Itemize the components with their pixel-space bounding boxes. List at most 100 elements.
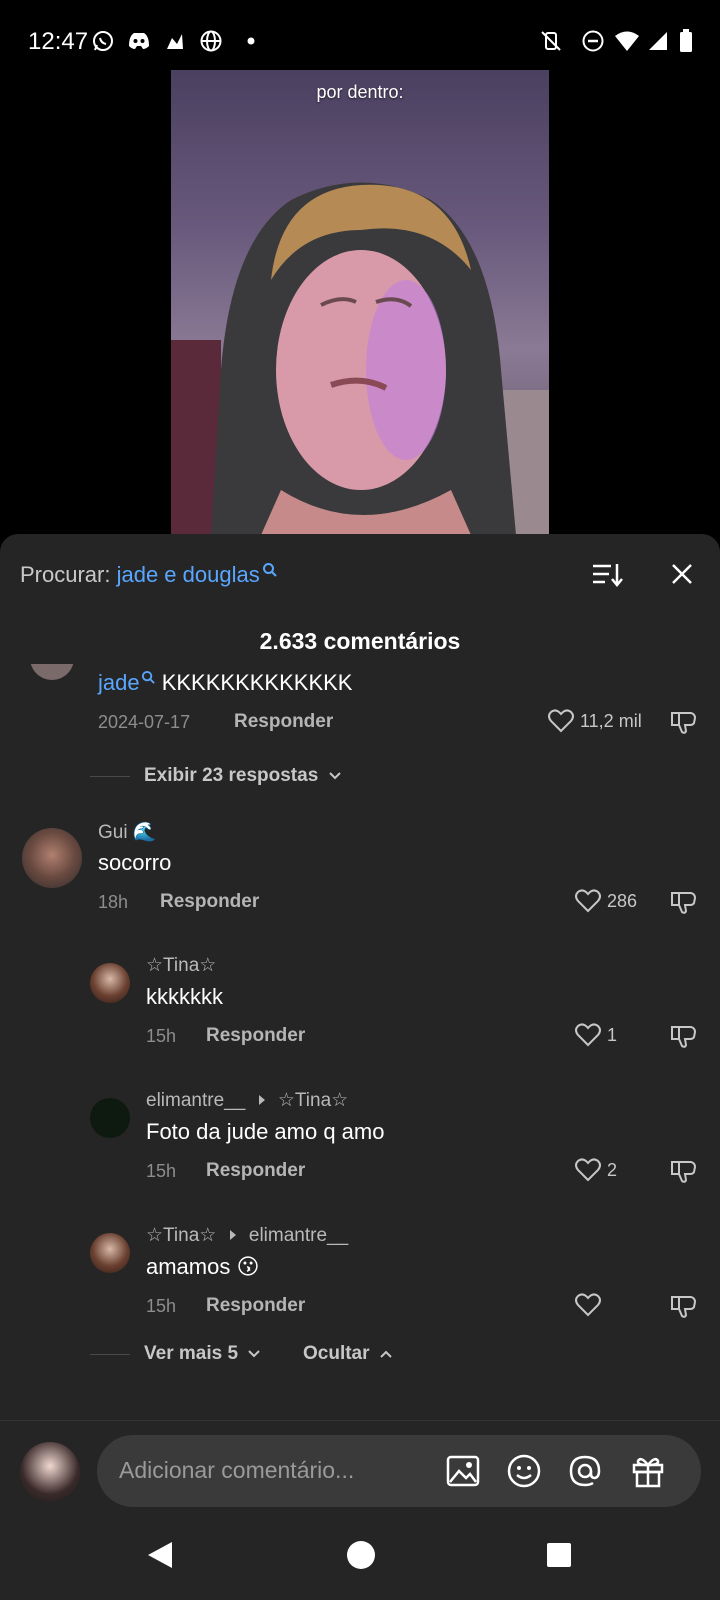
reply-arrow-icon — [258, 1095, 265, 1105]
status-time: 12:47 — [28, 28, 89, 55]
video-player[interactable]: por dentro: — [171, 70, 549, 535]
heart-icon — [548, 709, 574, 733]
reply-to-username[interactable]: ☆Tina☆ — [278, 1090, 348, 1111]
search-term[interactable]: jade e douglas — [117, 562, 260, 587]
like-button[interactable]: 2 — [575, 1158, 617, 1182]
thumbs-down-icon — [671, 1026, 697, 1048]
comment-input[interactable]: Adicionar comentário... — [97, 1435, 701, 1507]
back-icon[interactable] — [146, 1540, 174, 1575]
see-more-label: Ver mais 5 — [144, 1343, 239, 1364]
more-dot-icon — [238, 28, 264, 54]
like-count: 2 — [607, 1159, 618, 1180]
avatar[interactable] — [90, 1233, 130, 1273]
mention-icon[interactable] — [566, 1452, 604, 1490]
dnd-icon — [580, 28, 606, 54]
notification-icon — [162, 28, 188, 54]
search-icon — [262, 563, 277, 577]
comment-date: 18h — [98, 892, 129, 912]
reply-button[interactable]: Responder — [206, 1160, 305, 1182]
like-button[interactable] — [575, 1293, 607, 1317]
comment-body: KKKKKKKKKKKKK — [155, 670, 353, 695]
like-count: 1 — [607, 1024, 618, 1045]
signal-icon — [645, 28, 671, 54]
sort-icon[interactable] — [591, 560, 623, 595]
comment-username[interactable]: Gui 🌊 — [98, 820, 157, 844]
avatar[interactable] — [30, 664, 74, 680]
status-bar: 12:47 — [0, 0, 720, 70]
see-more-button[interactable]: Ver mais 5 — [144, 1343, 261, 1365]
comment-date: 15h — [146, 1296, 177, 1316]
dislike-button[interactable] — [670, 710, 698, 741]
avatar[interactable] — [22, 828, 82, 888]
reply-button[interactable]: Responder — [160, 891, 259, 913]
hide-replies-button[interactable]: Ocultar — [303, 1343, 393, 1365]
whatsapp-icon — [90, 28, 116, 54]
divider — [90, 1354, 130, 1355]
thumbs-down-icon — [671, 1296, 697, 1318]
show-replies-label: Exibir 23 respostas — [144, 765, 319, 786]
comment-text: Foto da jude amo q amo — [146, 1119, 385, 1144]
gift-icon[interactable] — [629, 1452, 667, 1490]
home-icon[interactable] — [346, 1540, 376, 1575]
chevron-up-icon — [380, 1350, 392, 1358]
search-icon — [141, 670, 155, 684]
discord-icon — [126, 28, 152, 54]
comment-text: amamos 😗 — [146, 1254, 260, 1279]
video-caption: por dentro: — [316, 82, 404, 102]
hide-label: Ocultar — [303, 1343, 370, 1364]
reply-button[interactable]: Responder — [206, 1295, 305, 1317]
comment-list[interactable]: jade KKKKKKKKKKKKK 2024-07-17 Responder … — [0, 664, 720, 1534]
wifi-icon — [614, 28, 640, 54]
dislike-button[interactable] — [670, 890, 698, 921]
chevron-down-icon — [328, 772, 341, 780]
user-avatar[interactable] — [20, 1442, 80, 1502]
heart-icon — [575, 1293, 601, 1317]
battery-icon — [673, 28, 699, 54]
close-icon[interactable] — [668, 560, 696, 593]
thumbs-down-icon — [671, 892, 697, 914]
reply-to-username[interactable]: elimantre__ — [249, 1225, 348, 1246]
dislike-button[interactable] — [670, 1159, 698, 1190]
comment-input-placeholder: Adicionar comentário... — [119, 1457, 355, 1483]
reply-button[interactable]: Responder — [234, 711, 333, 733]
avatar[interactable] — [90, 1098, 130, 1138]
comment-text: jade KKKKKKKKKKKKK — [98, 670, 352, 696]
comment-username[interactable]: ☆Tina☆ — [146, 954, 216, 977]
video-frame — [171, 182, 549, 535]
like-button[interactable]: 1 — [575, 1023, 617, 1047]
reply-button[interactable]: Responder — [206, 1025, 305, 1047]
reply-arrow-icon — [229, 1230, 236, 1240]
dislike-button[interactable] — [670, 1024, 698, 1055]
search-prefix: Procurar: — [20, 562, 117, 587]
mention-link[interactable]: jade — [98, 670, 140, 695]
thumbs-down-icon — [671, 1161, 697, 1183]
globe-icon — [198, 28, 224, 54]
comment-text: kkkkkkk — [146, 984, 223, 1009]
vibrate-off-icon — [538, 28, 564, 54]
system-nav-bar — [0, 1510, 720, 1600]
recents-icon[interactable] — [546, 1542, 572, 1573]
comment-username[interactable]: elimantre__ — [146, 1090, 245, 1111]
like-count: 286 — [607, 890, 638, 911]
comment-username[interactable]: ☆Tina☆ — [146, 1225, 216, 1246]
emoji-icon[interactable] — [505, 1452, 543, 1490]
heart-icon — [575, 889, 601, 913]
divider — [90, 776, 130, 777]
avatar[interactable] — [90, 963, 130, 1003]
comment-date: 2024-07-17 — [98, 712, 191, 732]
thumbs-down-icon — [671, 712, 697, 734]
comment-date: 15h — [146, 1161, 177, 1181]
comment-date: 15h — [146, 1026, 177, 1046]
comment-username-row: ☆Tina☆ elimantre__ — [146, 1224, 348, 1247]
chevron-down-icon — [248, 1350, 261, 1358]
like-button[interactable]: 11,2 mil — [548, 709, 642, 733]
comment-text: socorro — [98, 850, 172, 875]
show-replies-button[interactable]: Exibir 23 respostas — [144, 765, 342, 787]
comment-username-row: elimantre__ ☆Tina☆ — [146, 1089, 348, 1112]
like-count: 11,2 mil — [580, 710, 642, 731]
dislike-button[interactable] — [670, 1294, 698, 1325]
like-button[interactable]: 286 — [575, 889, 637, 913]
search-suggestion[interactable]: Procurar: jade e douglas — [20, 562, 278, 588]
heart-icon — [575, 1023, 601, 1047]
image-icon[interactable] — [444, 1452, 482, 1490]
